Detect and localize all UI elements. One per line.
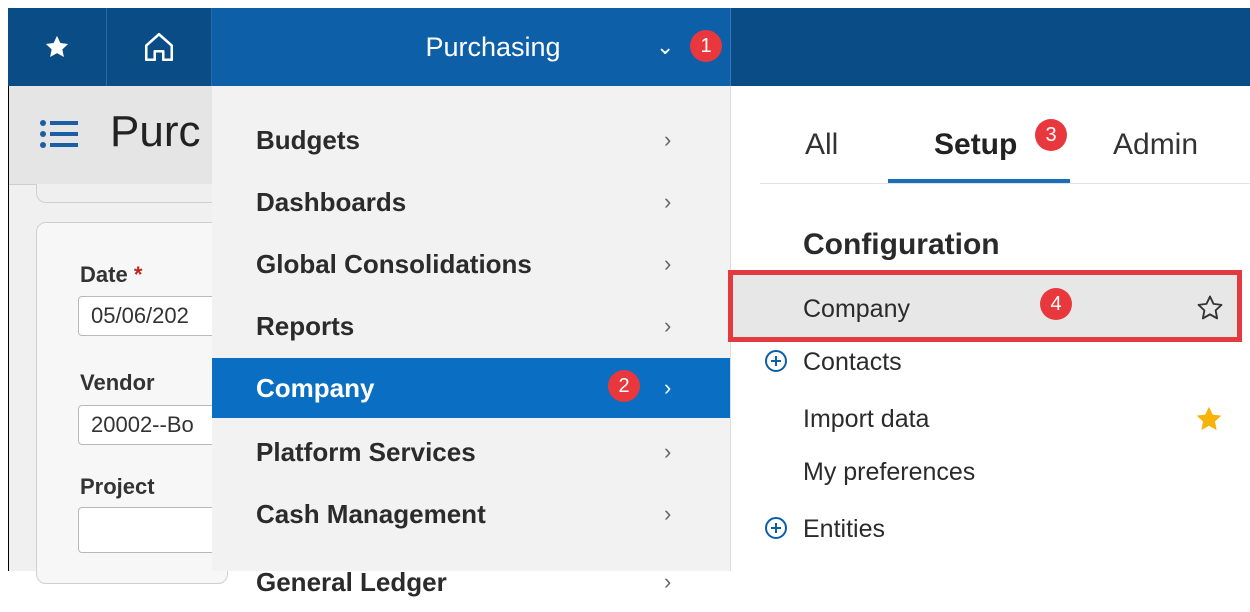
menu-item-platform-services[interactable]: Platform Services › bbox=[212, 422, 730, 482]
highlight-box bbox=[728, 270, 1242, 342]
menu-item-label: Cash Management bbox=[256, 498, 486, 529]
chevron-right-icon: › bbox=[664, 189, 672, 214]
submenu-item-entities[interactable]: Entities bbox=[803, 515, 885, 544]
step-badge-3: 3 bbox=[1035, 119, 1067, 151]
chevron-down-icon: ⌄ bbox=[656, 34, 675, 59]
card-curve bbox=[36, 184, 228, 203]
vendor-input[interactable]: 20002--Bo bbox=[78, 405, 228, 445]
favorites-button[interactable] bbox=[8, 8, 107, 86]
project-input[interactable] bbox=[78, 507, 228, 553]
menu-item-label: Dashboards bbox=[256, 186, 407, 217]
menu-item-cash-management[interactable]: Cash Management › bbox=[212, 484, 730, 544]
menu-item-dashboards[interactable]: Dashboards › bbox=[212, 172, 730, 232]
menu-item-label: General Ledger bbox=[256, 566, 447, 597]
tab-setup[interactable]: Setup bbox=[934, 128, 1017, 162]
list-menu-icon[interactable] bbox=[40, 118, 80, 150]
top-white-strip bbox=[0, 0, 1250, 8]
chevron-right-icon: › bbox=[664, 439, 672, 464]
module-selector[interactable]: Purchasing ⌄ 1 bbox=[212, 8, 731, 86]
step-badge-1: 1 bbox=[690, 30, 722, 62]
menu-item-label: Reports bbox=[256, 310, 355, 341]
tab-divider bbox=[760, 183, 1250, 184]
menu-item-reports[interactable]: Reports › bbox=[212, 296, 730, 356]
menu-item-label: Company bbox=[256, 372, 375, 403]
vendor-label: Vendor bbox=[80, 370, 155, 395]
star-icon bbox=[45, 35, 69, 58]
menu-item-budgets[interactable]: Budgets › bbox=[212, 110, 730, 170]
project-label: Project bbox=[80, 474, 155, 499]
home-icon bbox=[144, 32, 174, 62]
menu-item-company[interactable]: Company 2 › bbox=[212, 358, 730, 418]
tab-all[interactable]: All bbox=[805, 128, 838, 162]
section-title: Configuration bbox=[803, 228, 1000, 261]
menu-item-general-ledger[interactable]: General Ledger › bbox=[212, 552, 730, 612]
chevron-right-icon: › bbox=[664, 501, 672, 526]
module-label: Purchasing bbox=[425, 31, 561, 62]
required-marker: * bbox=[133, 262, 143, 287]
home-button[interactable] bbox=[107, 8, 212, 86]
chevron-right-icon: › bbox=[664, 569, 672, 594]
star-filled-icon[interactable] bbox=[1193, 403, 1225, 435]
submenu-item-import-data[interactable]: Import data bbox=[803, 405, 929, 434]
menu-item-label: Global Consolidations bbox=[256, 248, 532, 279]
date-input[interactable]: 05/06/202 bbox=[78, 296, 228, 336]
chevron-right-icon: › bbox=[664, 375, 672, 400]
menu-item-global-consolidations[interactable]: Global Consolidations › bbox=[212, 234, 730, 294]
plus-circle-icon[interactable] bbox=[764, 349, 788, 373]
chevron-right-icon: › bbox=[664, 251, 672, 276]
step-badge-2: 2 bbox=[608, 370, 640, 402]
left-border bbox=[8, 86, 9, 571]
tab-admin[interactable]: Admin bbox=[1113, 128, 1198, 162]
page-title: Purc bbox=[110, 107, 201, 156]
module-menu: Budgets › Dashboards › Global Consolidat… bbox=[212, 86, 731, 597]
menu-item-label: Platform Services bbox=[256, 436, 476, 467]
menu-item-label: Budgets bbox=[256, 124, 360, 155]
chevron-right-icon: › bbox=[664, 127, 672, 152]
top-nav-bar: Purchasing ⌄ 1 bbox=[8, 8, 1250, 86]
date-label: Date * bbox=[80, 262, 143, 287]
active-tab-indicator bbox=[888, 179, 1070, 183]
plus-circle-icon[interactable] bbox=[764, 516, 788, 540]
submenu-item-contacts[interactable]: Contacts bbox=[803, 348, 902, 377]
submenu-item-my-preferences[interactable]: My preferences bbox=[803, 458, 975, 487]
chevron-right-icon: › bbox=[664, 313, 672, 338]
